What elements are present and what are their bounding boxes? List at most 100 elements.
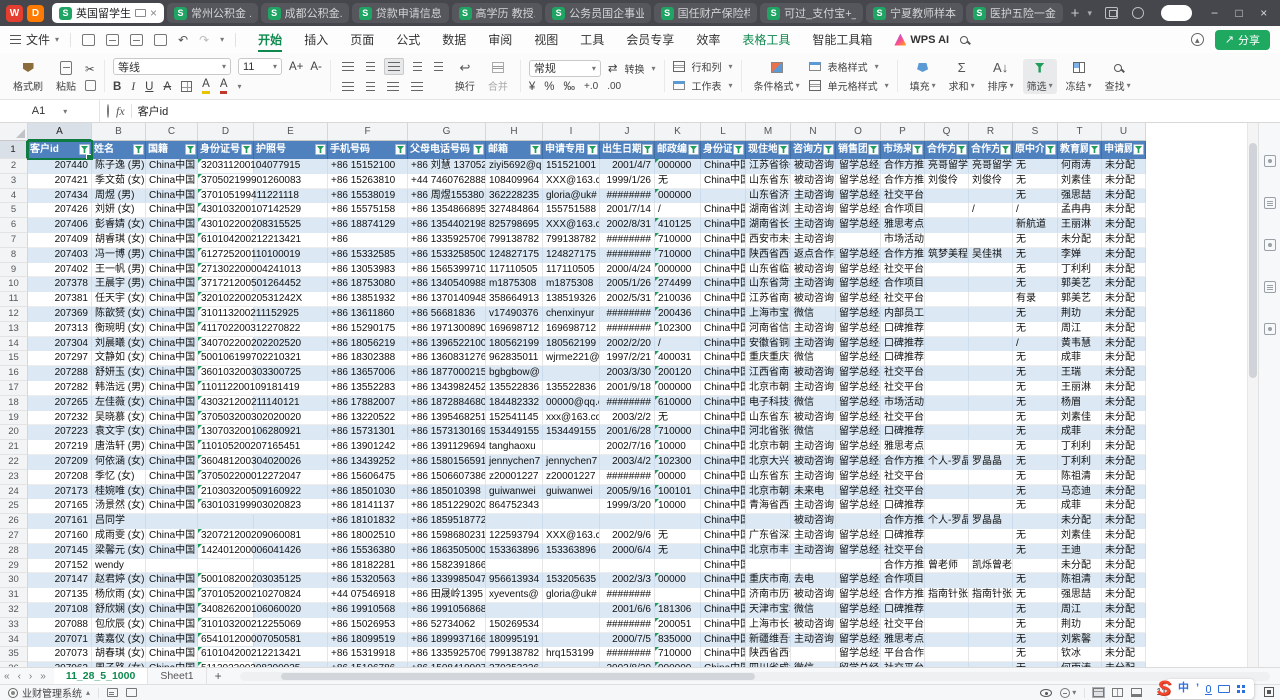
cell[interactable]: 无 bbox=[1013, 277, 1058, 292]
cell[interactable]: 亮哥留学 bbox=[969, 159, 1013, 174]
cell[interactable]: 未分配 bbox=[1102, 174, 1146, 189]
cell[interactable]: 153449155 bbox=[543, 425, 600, 440]
header-cell[interactable]: 申请顾问 bbox=[1102, 141, 1146, 159]
cell[interactable]: 207426 bbox=[28, 203, 92, 218]
cell[interactable]: 去电 bbox=[791, 573, 836, 588]
header-cell[interactable]: 身份证地址 bbox=[701, 141, 746, 159]
cell[interactable]: 124827175 bbox=[543, 248, 600, 263]
cell[interactable]: 市场活动,市 bbox=[881, 233, 925, 248]
cell[interactable]: 153205635 bbox=[543, 573, 600, 588]
select-all-corner[interactable] bbox=[0, 123, 28, 141]
cell[interactable]: +86 1877000215 bbox=[408, 366, 486, 381]
cell[interactable]: ######## bbox=[600, 233, 655, 248]
filter-button[interactable] bbox=[315, 144, 326, 155]
cell[interactable]: China中国 bbox=[701, 218, 746, 233]
cell[interactable]: 季文茹 (女) bbox=[92, 174, 146, 189]
cell[interactable]: +86 15290175 bbox=[328, 322, 408, 337]
cell[interactable]: 1999/1/26 bbox=[600, 174, 655, 189]
cell[interactable]: China中国 bbox=[701, 425, 746, 440]
header-cell[interactable]: 咨询方式 bbox=[791, 141, 836, 159]
convert-label[interactable]: 转换 bbox=[625, 61, 645, 76]
cell[interactable]: m1875308 bbox=[543, 277, 600, 292]
cell[interactable]: wendy bbox=[92, 559, 146, 574]
cell[interactable]: 吴佳祺 bbox=[969, 248, 1013, 263]
decrease-font-icon[interactable]: A- bbox=[310, 61, 322, 73]
cell[interactable] bbox=[969, 633, 1013, 648]
cell[interactable]: 未分配 bbox=[1102, 455, 1146, 470]
cell[interactable]: China中国 bbox=[146, 544, 198, 559]
cell[interactable]: +86 1354402198 bbox=[408, 218, 486, 233]
cell[interactable]: 未分配 bbox=[1102, 233, 1146, 248]
cell[interactable]: 刘素佳 bbox=[1058, 174, 1102, 189]
cell[interactable]: 2005/9/16 bbox=[600, 485, 655, 500]
cell[interactable]: 00000 bbox=[655, 470, 701, 485]
cell[interactable]: 雅思考点,雅 bbox=[881, 440, 925, 455]
name-box[interactable]: A1 ▾ bbox=[0, 100, 100, 122]
menu-tab-页面[interactable]: 页面 bbox=[339, 26, 385, 53]
cell[interactable]: 刘俊伶 bbox=[925, 174, 969, 189]
cell[interactable]: bgbgbow@ bbox=[486, 366, 543, 381]
cell[interactable]: 周江 bbox=[1058, 322, 1102, 337]
cell[interactable]: 山东省东营 bbox=[746, 174, 791, 189]
menu-tab-工具[interactable]: 工具 bbox=[569, 26, 615, 53]
cell[interactable]: 陈祖清 bbox=[1058, 573, 1102, 588]
increase-decimal-icon[interactable]: +.0 bbox=[584, 81, 598, 92]
cell[interactable]: 371721200501264452 bbox=[198, 277, 254, 292]
cell[interactable]: ziyi5692@q bbox=[486, 159, 543, 174]
cell[interactable]: 合作方推荐 bbox=[881, 174, 925, 189]
cell[interactable]: 主动咨询 bbox=[791, 322, 836, 337]
cell[interactable]: 340702200202202520 bbox=[198, 337, 254, 352]
cell[interactable] bbox=[836, 559, 881, 574]
cell[interactable]: 207108 bbox=[28, 603, 92, 618]
print-icon[interactable] bbox=[106, 34, 119, 46]
find-button[interactable]: 查找▾ bbox=[1101, 59, 1135, 94]
column-header-K[interactable]: K bbox=[655, 123, 701, 141]
row-header-19[interactable]: 19 bbox=[0, 411, 28, 426]
row-header-10[interactable]: 10 bbox=[0, 277, 28, 292]
cell[interactable]: 上海市宝山 bbox=[746, 307, 791, 322]
cell[interactable]: 丁利利 bbox=[1058, 263, 1102, 278]
cell[interactable]: 207219 bbox=[28, 440, 92, 455]
cell[interactable]: 710000 bbox=[655, 233, 701, 248]
cell[interactable]: +86 1851229020 bbox=[408, 499, 486, 514]
cell[interactable]: +86 刘慧 137052 bbox=[408, 159, 486, 174]
cell[interactable]: 被动咨询 bbox=[791, 588, 836, 603]
column-header-D[interactable]: D bbox=[198, 123, 254, 141]
cell[interactable]: 410125 bbox=[655, 218, 701, 233]
cell[interactable]: 成雨雯 (女) bbox=[92, 529, 146, 544]
cell[interactable]: 180562199 bbox=[543, 337, 600, 352]
cell[interactable]: 210303200509160922 bbox=[198, 485, 254, 500]
cell[interactable]: 山东省临沂 bbox=[746, 263, 791, 278]
cell[interactable]: 135522836 bbox=[543, 381, 600, 396]
cell[interactable]: 207160 bbox=[28, 529, 92, 544]
cell[interactable]: 无 bbox=[1013, 573, 1058, 588]
cell[interactable]: 电子科技大 bbox=[746, 396, 791, 411]
cell[interactable]: 留学总经办 bbox=[836, 544, 881, 559]
cell[interactable]: +86 18141137 bbox=[328, 499, 408, 514]
cell[interactable]: China中国 bbox=[701, 499, 746, 514]
cell[interactable]: China中国 bbox=[146, 263, 198, 278]
cell[interactable]: 留学总经办 bbox=[836, 603, 881, 618]
cell[interactable]: 117110505 bbox=[543, 263, 600, 278]
cell[interactable]: 370502199901260083 bbox=[198, 174, 254, 189]
cell[interactable]: 无 bbox=[1013, 470, 1058, 485]
cell[interactable]: China中国 bbox=[701, 470, 746, 485]
filter-button[interactable] bbox=[473, 144, 484, 155]
cell[interactable]: China中国 bbox=[146, 633, 198, 648]
cell[interactable]: 10000 bbox=[655, 499, 701, 514]
cell[interactable] bbox=[146, 514, 198, 529]
cell[interactable]: 未分配 bbox=[1102, 425, 1146, 440]
cell[interactable] bbox=[925, 307, 969, 322]
cell[interactable]: +86 田晟岭1395 bbox=[408, 588, 486, 603]
cell[interactable]: 王丽淋 bbox=[1058, 218, 1102, 233]
cell[interactable]: 181306 bbox=[655, 603, 701, 618]
cell[interactable]: 无 bbox=[655, 544, 701, 559]
cell[interactable] bbox=[925, 322, 969, 337]
cell[interactable]: 2002/3/3 bbox=[600, 573, 655, 588]
cell[interactable]: 2001/4/7 bbox=[600, 159, 655, 174]
fill-color-icon[interactable]: A bbox=[202, 79, 210, 94]
cell[interactable]: 刘俊伶 bbox=[969, 174, 1013, 189]
cell[interactable]: 北京市朝阳 bbox=[746, 381, 791, 396]
cell[interactable] bbox=[925, 411, 969, 426]
cell[interactable]: XXX@163.c bbox=[543, 218, 600, 233]
